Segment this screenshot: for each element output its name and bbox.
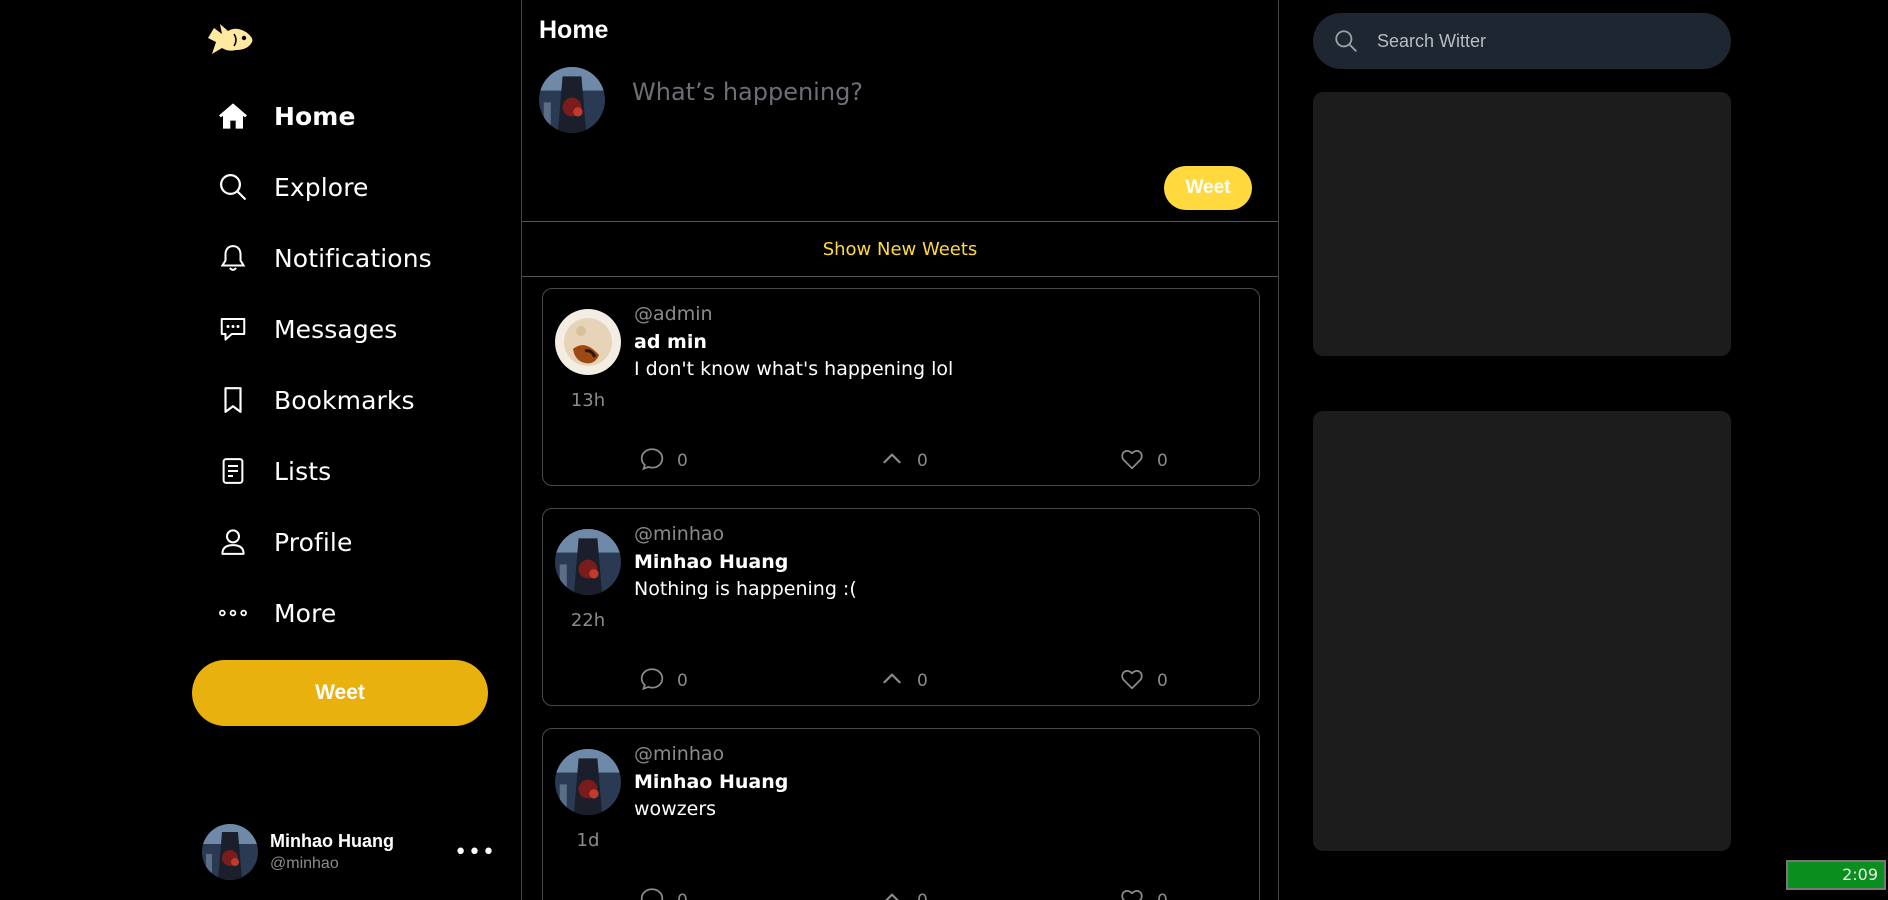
avatar <box>202 824 258 880</box>
nav-label-messages: Messages <box>274 314 398 344</box>
nav-label-notifications: Notifications <box>274 243 432 273</box>
user-name: Minhao Huang <box>270 831 394 851</box>
message-icon <box>216 312 250 346</box>
who-to-follow-panel <box>1313 411 1731 851</box>
tweet-author[interactable]: Minhao Huang <box>634 551 788 573</box>
left-navigation: Home Explore Notifications Messages Book… <box>190 0 520 900</box>
reply-count: 0 <box>677 671 688 691</box>
tweet-time: 22h <box>570 610 606 631</box>
search-input[interactable] <box>1377 30 1697 52</box>
like-button[interactable]: 0 <box>1119 446 1168 476</box>
page-title: Home <box>539 16 609 44</box>
like-count: 0 <box>1157 451 1168 471</box>
tweet-text: I don't know what's happening lol <box>634 358 954 380</box>
reply-button[interactable]: 0 <box>639 886 688 900</box>
upvote-button[interactable]: 0 <box>879 446 928 476</box>
like-count: 0 <box>1157 891 1168 900</box>
upvote-button[interactable]: 0 <box>879 666 928 696</box>
tweet-time: 13h <box>570 390 606 411</box>
tweet-actions: 0 0 0 <box>639 446 1199 472</box>
nav-label-profile: Profile <box>274 527 353 557</box>
tweet-card[interactable]: @admin ad min I don't know what's happen… <box>542 288 1260 486</box>
fish-logo-icon[interactable] <box>206 22 256 58</box>
chevron-up-icon <box>879 666 905 696</box>
bookmark-icon <box>216 383 250 417</box>
account-more-icon[interactable]: ••• <box>454 840 496 865</box>
tweet-card[interactable]: @minhao Minhao Huang Nothing is happenin… <box>542 508 1260 706</box>
comment-icon <box>639 886 665 900</box>
more-icon <box>216 596 250 630</box>
upvote-count: 0 <box>917 451 928 471</box>
clock-widget: 2:09 <box>1786 860 1886 890</box>
tweet-actions: 0 0 0 <box>639 886 1199 900</box>
tweet-author[interactable]: Minhao Huang <box>634 771 788 793</box>
nav-item-notifications[interactable]: Notifications <box>216 233 432 283</box>
nav-item-messages[interactable]: Messages <box>216 304 397 354</box>
user-icon <box>216 525 250 559</box>
compose-input[interactable] <box>632 78 1252 106</box>
user-handle: @minhao <box>270 855 339 872</box>
tweet-time: 1d <box>576 830 600 851</box>
nav-label-explore: Explore <box>274 172 369 202</box>
nav-label-more: More <box>274 598 337 628</box>
nav-item-more[interactable]: More <box>216 588 336 638</box>
bell-icon <box>216 241 250 275</box>
reply-button[interactable]: 0 <box>639 446 688 476</box>
compose-avatar <box>539 67 605 133</box>
nav-item-home[interactable]: Home <box>216 91 356 141</box>
nav-item-explore[interactable]: Explore <box>216 162 369 212</box>
main-timeline: Home Weet Show New Weets @admin ad min <box>521 0 1279 900</box>
compose-weet-button[interactable]: Weet <box>1164 166 1252 210</box>
tweet-avatar[interactable] <box>555 309 621 375</box>
list-icon <box>216 454 250 488</box>
nav-label-lists: Lists <box>274 456 332 486</box>
tweet-author[interactable]: ad min <box>634 331 707 353</box>
tweet-text: wowzers <box>634 798 717 820</box>
tweet-text: Nothing is happening :( <box>634 578 857 600</box>
heart-icon <box>1119 666 1145 696</box>
tweet-avatar[interactable] <box>555 749 621 815</box>
tweet-avatar[interactable] <box>555 529 621 595</box>
upvote-button[interactable]: 0 <box>879 886 928 900</box>
chevron-up-icon <box>879 446 905 476</box>
divider <box>522 276 1278 277</box>
weet-button[interactable]: Weet <box>192 660 488 726</box>
tweet-handle[interactable]: @admin <box>634 303 713 325</box>
trends-panel <box>1313 92 1731 356</box>
nav-item-profile[interactable]: Profile <box>216 517 352 567</box>
chevron-up-icon <box>879 886 905 900</box>
comment-icon <box>639 666 665 696</box>
tweet-handle[interactable]: @minhao <box>634 523 724 545</box>
reply-count: 0 <box>677 451 688 471</box>
reply-button[interactable]: 0 <box>639 666 688 696</box>
search-bar[interactable] <box>1313 13 1731 69</box>
heart-icon <box>1119 886 1145 900</box>
show-new-weets-button[interactable]: Show New Weets <box>522 222 1278 276</box>
like-button[interactable]: 0 <box>1119 886 1168 900</box>
home-icon <box>216 99 250 133</box>
nav-item-lists[interactable]: Lists <box>216 446 331 496</box>
nav-label-bookmarks: Bookmarks <box>274 385 415 415</box>
heart-icon <box>1119 446 1145 476</box>
like-count: 0 <box>1157 671 1168 691</box>
search-icon <box>216 170 250 204</box>
account-switcher[interactable]: Minhao Huang @minhao ••• <box>202 822 502 882</box>
nav-label-home: Home <box>274 101 356 131</box>
tweet-card[interactable]: @minhao Minhao Huang wowzers 1d 0 0 0 <box>542 728 1260 900</box>
search-icon <box>1333 28 1359 54</box>
upvote-count: 0 <box>917 891 928 900</box>
reply-count: 0 <box>677 891 688 900</box>
upvote-count: 0 <box>917 671 928 691</box>
like-button[interactable]: 0 <box>1119 666 1168 696</box>
tweet-actions: 0 0 0 <box>639 666 1199 692</box>
comment-icon <box>639 446 665 476</box>
nav-item-bookmarks[interactable]: Bookmarks <box>216 375 415 425</box>
tweet-handle[interactable]: @minhao <box>634 743 724 765</box>
